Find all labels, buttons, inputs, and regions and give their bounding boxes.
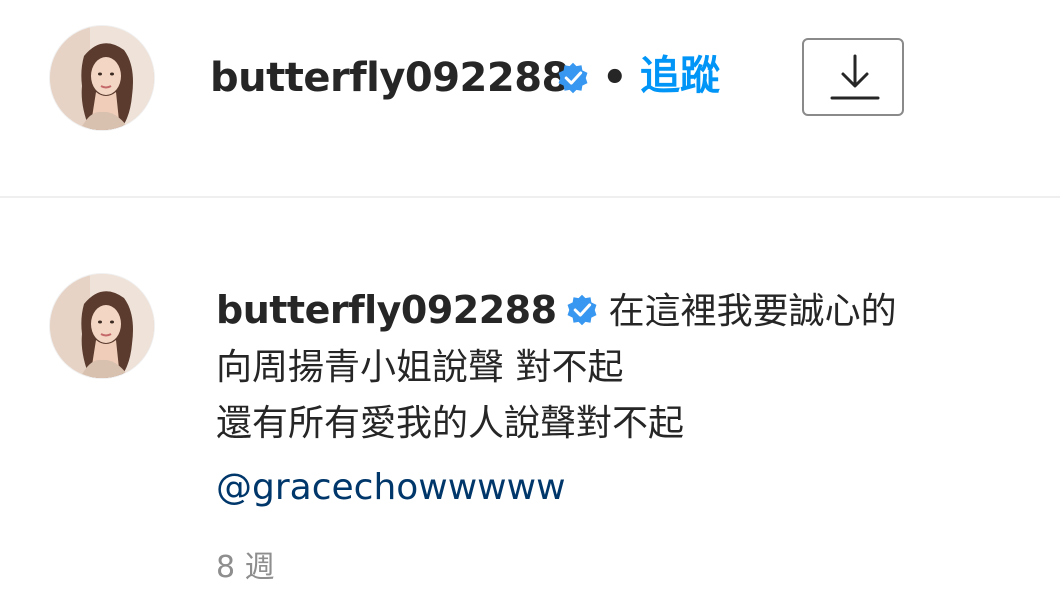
divider: [0, 196, 1060, 198]
comment-body: butterfly092288 在這裡我要誠心的 向周揚青小姐說聲 對不起 還有所…: [216, 282, 1016, 516]
verified-badge-icon: [567, 294, 597, 326]
comment-text-line-3: 還有所有愛我的人說聲對不起: [216, 403, 685, 444]
profile-avatar[interactable]: [50, 26, 154, 130]
comment-username[interactable]: butterfly092288: [216, 288, 557, 332]
avatar-portrait-icon: [50, 26, 154, 130]
avatar-portrait-icon: [50, 274, 154, 378]
comment-first-line: butterfly092288 在這裡我要誠心的: [216, 282, 1016, 340]
follow-button[interactable]: 追蹤: [640, 50, 720, 102]
separator-dot: •: [602, 55, 628, 101]
mention-link[interactable]: @gracechowwwww: [216, 460, 1016, 516]
download-button[interactable]: [802, 38, 904, 116]
header-username[interactable]: butterfly092288: [210, 52, 569, 104]
verified-badge-icon: [558, 62, 588, 94]
comment-avatar[interactable]: [50, 274, 154, 378]
download-icon: [830, 54, 880, 100]
comment-timestamp[interactable]: 8 週: [216, 548, 275, 588]
comment-text-line-2: 向周揚青小姐說聲 對不起: [216, 347, 624, 388]
comment-text-line-1: 在這裡我要誠心的: [608, 291, 897, 332]
post-header: butterfly092288 • 追蹤: [0, 0, 1060, 196]
